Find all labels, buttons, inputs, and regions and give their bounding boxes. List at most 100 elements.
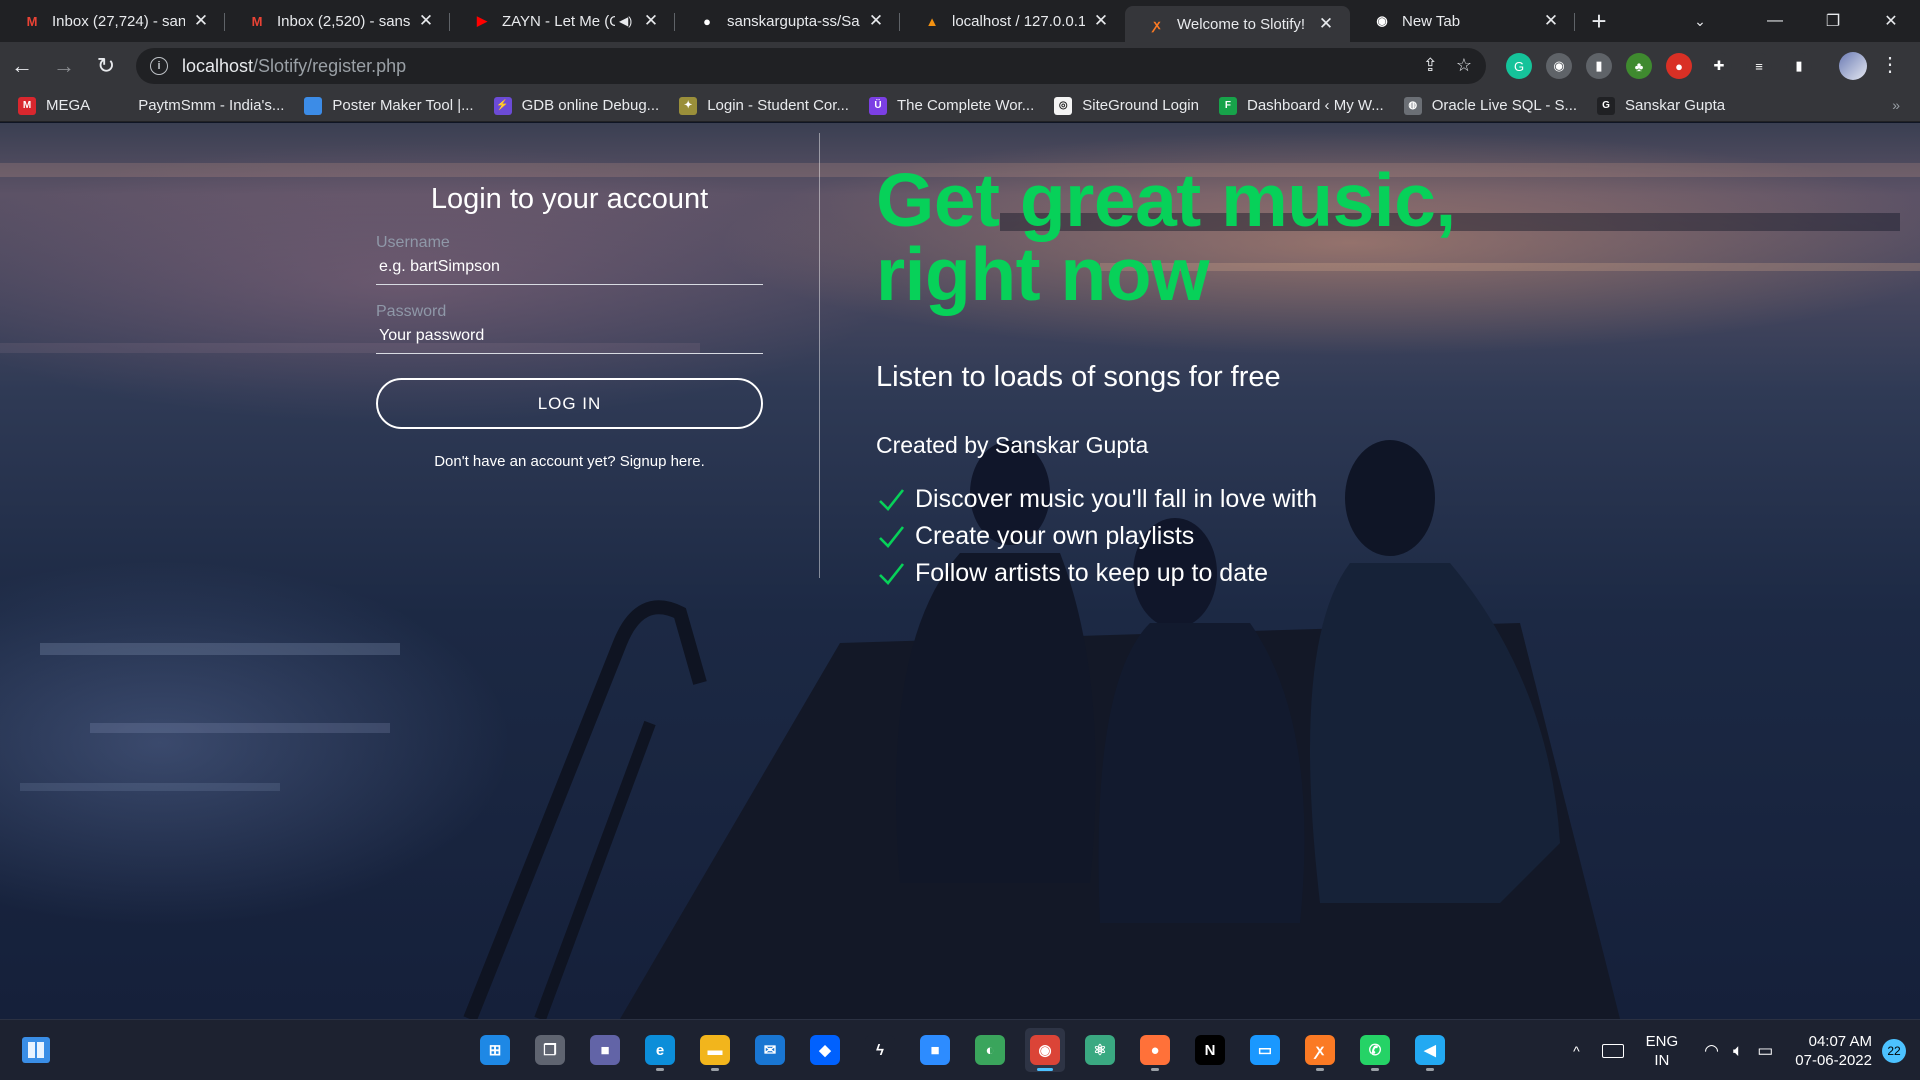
chrome-menu-icon[interactable]: ⋮ — [1880, 52, 1900, 77]
tab-close-icon[interactable]: ✕ — [1316, 14, 1336, 34]
language-code: ENG — [1645, 1032, 1679, 1050]
teams-chat-icon: ■ — [590, 1035, 620, 1065]
bookmark-item[interactable]: M MEGA — [18, 96, 90, 115]
dropper-icon[interactable]: ▮ — [1586, 53, 1612, 79]
signup-link[interactable]: Don't have an account yet? Signup here. — [376, 453, 763, 470]
close-window-button[interactable]: ✕ — [1862, 0, 1920, 42]
xampp-taskbar-button[interactable]: ꭗ — [1300, 1028, 1340, 1072]
widgets-icon[interactable] — [22, 1037, 50, 1063]
bookmark-item[interactable]: ◎ SiteGround Login — [1054, 96, 1199, 115]
tab-close-icon[interactable]: ✕ — [416, 11, 436, 31]
password-input[interactable] — [376, 323, 763, 354]
file-explorer-taskbar-button[interactable]: ▬ — [695, 1028, 735, 1072]
bookmark-item[interactable]: Ü The Complete Wor... — [868, 96, 1034, 115]
password-field-group: Password — [376, 303, 763, 354]
whatsapp-icon: ✆ — [1360, 1035, 1390, 1065]
minimize-button[interactable]: — — [1746, 0, 1804, 42]
tab-title: Welcome to Slotify! — [1177, 15, 1306, 33]
wordpress-dashboard-icon: F — [1218, 96, 1237, 115]
bookmark-star-icon[interactable]: ☆ — [1456, 55, 1472, 76]
gmail-icon: M — [251, 13, 263, 29]
siteground-icon: ◎ — [1054, 96, 1073, 115]
bookmark-item[interactable]: F Dashboard ‹ My W... — [1218, 96, 1384, 115]
system-status-icons[interactable]: ◠ 🔈︎ ▭ — [1704, 1041, 1773, 1061]
chrome-taskbar-button[interactable]: ◉ — [1025, 1028, 1065, 1072]
tab-list: M Inbox (27,724) - sanskar ✕ M Inbox (2,520)… — [0, 0, 1575, 42]
start-taskbar-button[interactable]: ⊞ — [475, 1028, 515, 1072]
site-info-icon[interactable]: i — [150, 57, 168, 75]
firefox-taskbar-button[interactable]: ● — [1135, 1028, 1175, 1072]
dropbox-taskbar-button[interactable]: ◆ — [805, 1028, 845, 1072]
forward-button[interactable]: → — [44, 46, 84, 86]
browser-tab[interactable]: M Inbox (2,520) - sanskar ✕ — [225, 0, 450, 42]
tab-audio-icon[interactable]: ◀) — [619, 14, 635, 28]
netflix-taskbar-button[interactable]: N — [1190, 1028, 1230, 1072]
login-button[interactable]: LOG IN — [376, 378, 763, 429]
edge-taskbar-button[interactable]: e — [640, 1028, 680, 1072]
bookmark-label: PaytmSmm - India's... — [138, 97, 285, 114]
browser-tab[interactable]: ▲ localhost / 127.0.0.1 / ✕ — [900, 0, 1125, 42]
feature-list: Discover music you'll fall in love with C… — [876, 481, 1876, 592]
column-divider — [819, 133, 820, 578]
tab-close-icon[interactable]: ✕ — [1091, 11, 1111, 31]
browser-tab[interactable]: ● sanskargupta-ss/Sanskar ✕ — [675, 0, 900, 42]
tab-close-icon[interactable]: ✕ — [191, 11, 211, 31]
internet-download-icon: ◐ — [975, 1035, 1005, 1065]
playlist-icon[interactable]: ≡ — [1746, 53, 1772, 79]
task-view-taskbar-button[interactable]: ❐ — [530, 1028, 570, 1072]
record-icon[interactable]: ● — [1666, 53, 1692, 79]
tree-icon[interactable]: ♣ — [1626, 53, 1652, 79]
tab-close-icon[interactable]: ✕ — [641, 11, 661, 31]
bookmark-item[interactable]: PaytmSmm - India's... — [110, 96, 285, 115]
teams-chat-taskbar-button[interactable]: ■ — [585, 1028, 625, 1072]
atom-taskbar-button[interactable]: ⚛ — [1080, 1028, 1120, 1072]
bookmark-item[interactable]: Poster Maker Tool |... — [304, 96, 474, 115]
reload-button[interactable]: ↻ — [86, 46, 126, 86]
browser-tab[interactable]: M Inbox (27,724) - sanskar ✕ — [0, 0, 225, 42]
share-icon[interactable]: ⇪ — [1423, 55, 1438, 76]
zoom-taskbar-button[interactable]: ■ — [915, 1028, 955, 1072]
grammarly-icon[interactable]: G — [1506, 53, 1532, 79]
bookmark-item[interactable]: ⚡ GDB online Debug... — [493, 96, 659, 115]
running-indicator — [1151, 1068, 1159, 1071]
internet-download-taskbar-button[interactable]: ◐ — [970, 1028, 1010, 1072]
poster-maker-icon — [304, 96, 323, 115]
mask-icon[interactable]: ◉ — [1546, 53, 1572, 79]
tab-search-chevron-icon[interactable]: ⌄ — [1680, 0, 1720, 42]
vscode-taskbar-button[interactable]: ◀ — [1410, 1028, 1450, 1072]
running-indicator — [1316, 1068, 1324, 1071]
mail-taskbar-button[interactable]: ✉ — [750, 1028, 790, 1072]
puzzle-icon[interactable]: ✚ — [1706, 53, 1732, 79]
language-indicator[interactable]: ENG IN — [1646, 1032, 1679, 1070]
hero-section: Get great music, right now Listen to loa… — [876, 163, 1876, 592]
notification-count-badge[interactable]: 22 — [1882, 1038, 1906, 1063]
bookmark-item[interactable]: ◍ Oracle Live SQL - S... — [1403, 96, 1577, 115]
browser-tab[interactable]: ▶ ZAYN - Let Me (O ◀) ✕ — [450, 0, 675, 42]
tab-close-icon[interactable]: ✕ — [866, 11, 886, 31]
feature-text: Create your own playlists — [915, 522, 1195, 550]
bookmark-item[interactable]: ✦ Login - Student Cor... — [679, 96, 849, 115]
browser-tab[interactable]: ꭗ Welcome to Slotify! ✕ — [1125, 6, 1350, 42]
touch-keyboard-icon[interactable] — [1601, 1043, 1624, 1058]
browser-tab[interactable]: ◉ New Tab ✕ — [1350, 0, 1575, 42]
prime-video-icon: ▭ — [1250, 1035, 1280, 1065]
username-input[interactable] — [376, 254, 763, 285]
bookmark-item[interactable]: G Sanskar Gupta — [1597, 96, 1725, 115]
tab-close-icon[interactable]: ✕ — [1541, 11, 1561, 31]
sidepanel-icon[interactable]: ▮ — [1786, 53, 1812, 79]
prime-video-taskbar-button[interactable]: ▭ — [1245, 1028, 1285, 1072]
show-hidden-icons-chevron-icon[interactable]: ^ — [1573, 1043, 1580, 1059]
back-button[interactable]: ← — [2, 46, 42, 86]
feature-item: Discover music you'll fall in love with — [876, 481, 1876, 518]
restore-button[interactable]: ❐ — [1804, 0, 1862, 42]
profile-avatar[interactable] — [1839, 52, 1867, 80]
lightning-app-taskbar-button[interactable]: ϟ — [860, 1028, 900, 1072]
clock[interactable]: 04:07 AM 07-06-2022 — [1795, 1032, 1872, 1070]
bookmarks-overflow-icon[interactable]: » — [1892, 97, 1900, 113]
tab-title: Inbox (27,724) - sanskar — [52, 12, 185, 30]
chrome-icon: ◉ — [1030, 1035, 1060, 1065]
new-tab-button[interactable]: + — [1575, 0, 1623, 42]
whatsapp-taskbar-button[interactable]: ✆ — [1355, 1028, 1395, 1072]
address-bar[interactable]: i localhost/Slotify/register.php ⇪ ☆ — [136, 48, 1486, 84]
hero-subtitle: Listen to loads of songs for free — [876, 361, 1281, 393]
